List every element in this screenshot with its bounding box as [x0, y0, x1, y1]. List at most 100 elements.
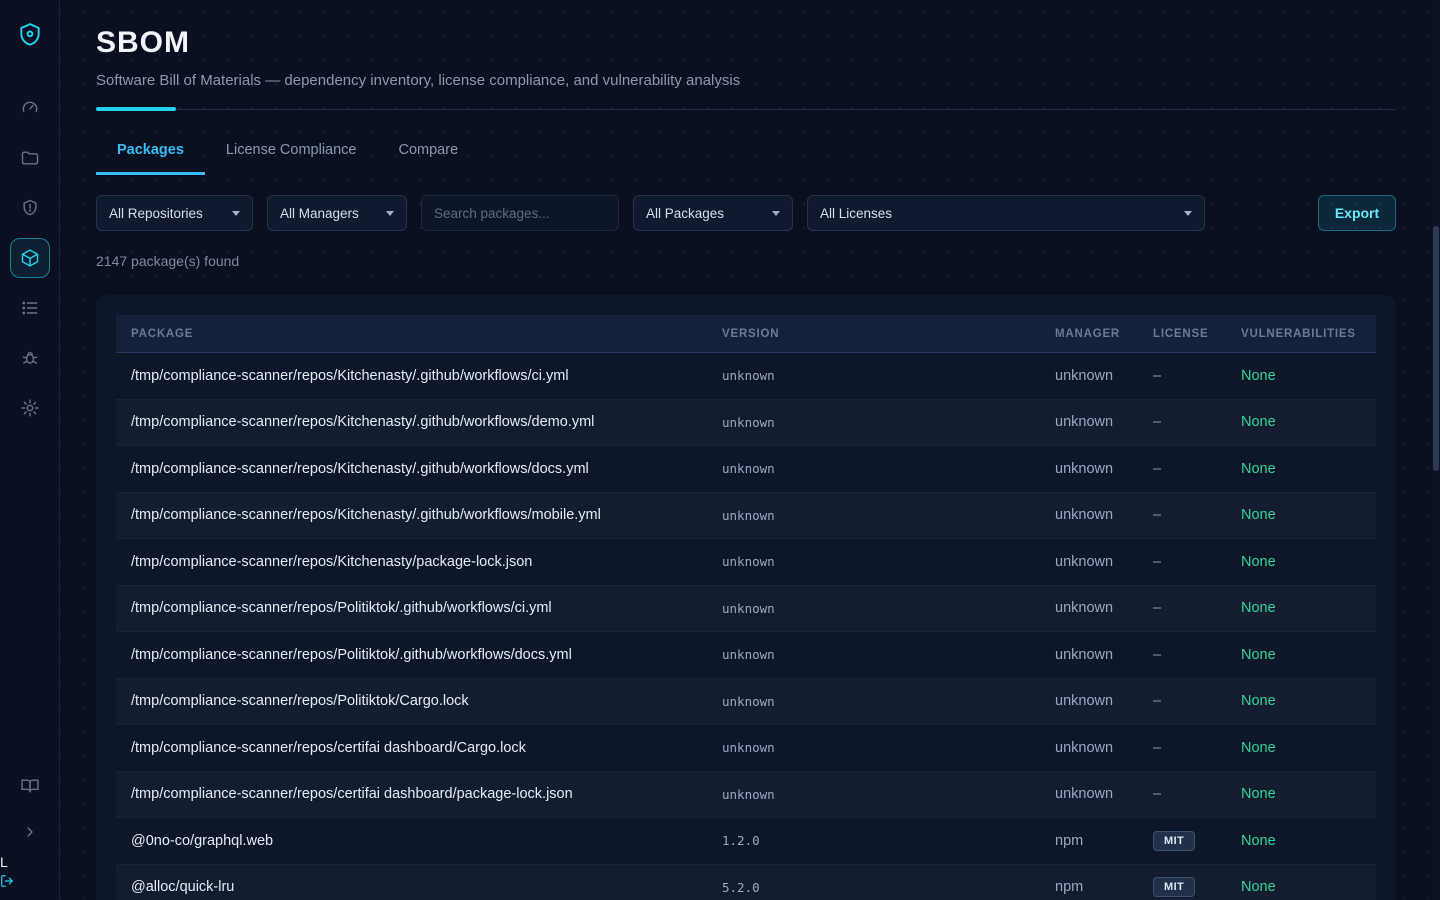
cell-manager: unknown [1040, 647, 1138, 663]
cell-version: unknown [707, 740, 1040, 755]
cell-vulnerabilities: None [1226, 414, 1376, 430]
cell-license: – [1138, 368, 1226, 384]
table-row[interactable]: /tmp/compliance-scanner/repos/Kitchenast… [116, 353, 1376, 400]
packages-select-value: All Packages [646, 206, 724, 221]
search-input[interactable] [421, 195, 619, 231]
sidebar-item-sbom[interactable] [10, 238, 50, 278]
cell-manager: unknown [1040, 507, 1138, 523]
table-row[interactable]: /tmp/compliance-scanner/repos/Kitchenast… [116, 400, 1376, 447]
table-header-row: PACKAGE VERSION MANAGER LICENSE VULNERAB… [116, 315, 1376, 353]
sidebar-item-issues[interactable] [10, 338, 50, 378]
sidebar-item-repositories[interactable] [10, 138, 50, 178]
cell-vulnerabilities: None [1226, 600, 1376, 616]
app-logo shield-icon[interactable] [13, 18, 47, 52]
license-badge: MIT [1153, 877, 1195, 897]
tab-bar: Packages License Compliance Compare [96, 132, 1396, 175]
tab-packages[interactable]: Packages [96, 132, 205, 175]
table-row[interactable]: /tmp/compliance-scanner/repos/Kitchenast… [116, 539, 1376, 586]
packages-table: PACKAGE VERSION MANAGER LICENSE VULNERAB… [96, 295, 1396, 900]
table-row[interactable]: /tmp/compliance-scanner/repos/Politiktok… [116, 632, 1376, 679]
cell-manager: unknown [1040, 414, 1138, 430]
cell-manager: unknown [1040, 693, 1138, 709]
repositories-select[interactable]: All Repositories [96, 195, 253, 231]
cell-package: /tmp/compliance-scanner/repos/certifai d… [116, 786, 707, 802]
cell-package: /tmp/compliance-scanner/repos/Politiktok… [116, 600, 707, 616]
managers-select-value: All Managers [280, 206, 359, 221]
cell-manager: unknown [1040, 554, 1138, 570]
page-subtitle: Software Bill of Materials — dependency … [96, 72, 1396, 89]
cell-manager: unknown [1040, 600, 1138, 616]
managers-select[interactable]: All Managers [267, 195, 407, 231]
filter-bar: All Repositories All Managers All Packag… [96, 195, 1396, 231]
cell-version: 1.2.0 [707, 833, 1040, 848]
sidebar-item-docs[interactable] [10, 766, 50, 806]
sidebar [0, 0, 60, 900]
licenses-select[interactable]: All Licenses [807, 195, 1205, 231]
column-header-vulnerabilities: VULNERABILITIES [1226, 328, 1376, 340]
cell-vulnerabilities: None [1226, 833, 1376, 849]
tab-compare[interactable]: Compare [378, 132, 480, 175]
cell-license: – [1138, 507, 1226, 523]
table-row[interactable]: @0no-co/graphql.web 1.2.0 npm MIT None [116, 818, 1376, 865]
cell-manager: unknown [1040, 740, 1138, 756]
chevron-right-icon [22, 824, 38, 840]
chevron-down-icon [772, 211, 780, 216]
cell-vulnerabilities: None [1226, 786, 1376, 802]
sidebar-nav [10, 88, 50, 428]
cell-manager: unknown [1040, 368, 1138, 384]
cell-license: MIT [1138, 877, 1226, 897]
cell-version: unknown [707, 554, 1040, 569]
gauge-icon [20, 98, 40, 118]
table-row[interactable]: /tmp/compliance-scanner/repos/Politiktok… [116, 586, 1376, 633]
gear-icon [20, 398, 40, 418]
cell-license: – [1138, 786, 1226, 802]
main-content: SBOM Software Bill of Materials — depend… [60, 0, 1440, 900]
cell-manager: unknown [1040, 461, 1138, 477]
cell-package: /tmp/compliance-scanner/repos/Politiktok… [116, 693, 707, 709]
collapse-sidebar-button[interactable] [10, 812, 50, 852]
column-header-manager: MANAGER [1040, 328, 1138, 340]
table-row[interactable]: /tmp/compliance-scanner/repos/Politiktok… [116, 679, 1376, 726]
chevron-down-icon [386, 211, 394, 216]
cell-package: /tmp/compliance-scanner/repos/Kitchenast… [116, 414, 707, 430]
cell-package: @0no-co/graphql.web [116, 833, 707, 849]
list-icon [20, 298, 40, 318]
cell-license: – [1138, 554, 1226, 570]
export-button[interactable]: Export [1318, 195, 1396, 231]
cell-version: unknown [707, 415, 1040, 430]
tab-license-compliance[interactable]: License Compliance [205, 132, 378, 175]
cell-package: /tmp/compliance-scanner/repos/Kitchenast… [116, 461, 707, 477]
cell-license: – [1138, 461, 1226, 477]
license-badge: MIT [1153, 831, 1195, 851]
book-icon [20, 776, 40, 796]
table-row[interactable]: /tmp/compliance-scanner/repos/Kitchenast… [116, 446, 1376, 493]
folder-icon [20, 148, 40, 168]
cell-manager: unknown [1040, 786, 1138, 802]
sidebar-item-vulnerabilities[interactable] [10, 188, 50, 228]
page-scrollbar-thumb[interactable] [1433, 226, 1439, 471]
table-row[interactable]: /tmp/compliance-scanner/repos/Kitchenast… [116, 493, 1376, 540]
cell-package: /tmp/compliance-scanner/repos/Kitchenast… [116, 554, 707, 570]
sidebar-item-dashboard[interactable] [10, 88, 50, 128]
cell-vulnerabilities: None [1226, 461, 1376, 477]
column-header-license: LICENSE [1138, 328, 1226, 340]
cell-version: unknown [707, 461, 1040, 476]
table-row[interactable]: /tmp/compliance-scanner/repos/certifai d… [116, 772, 1376, 819]
sidebar-item-settings[interactable] [10, 388, 50, 428]
chevron-down-icon [1184, 211, 1192, 216]
packages-select[interactable]: All Packages [633, 195, 793, 231]
cell-version: unknown [707, 694, 1040, 709]
cell-vulnerabilities: None [1226, 554, 1376, 570]
table-row[interactable]: @alloc/quick-lru 5.2.0 npm MIT None [116, 865, 1376, 900]
bottom-left-label: L [0, 854, 14, 870]
package-icon [20, 248, 40, 268]
cell-vulnerabilities: None [1226, 879, 1376, 895]
shield-alert-icon [20, 198, 40, 218]
table-row[interactable]: /tmp/compliance-scanner/repos/certifai d… [116, 725, 1376, 772]
chevron-down-icon [232, 211, 240, 216]
page-scrollbar-track [1432, 0, 1440, 900]
cell-vulnerabilities: None [1226, 507, 1376, 523]
cell-vulnerabilities: None [1226, 647, 1376, 663]
page-title: SBOM [96, 26, 1396, 60]
sidebar-item-reports[interactable] [10, 288, 50, 328]
